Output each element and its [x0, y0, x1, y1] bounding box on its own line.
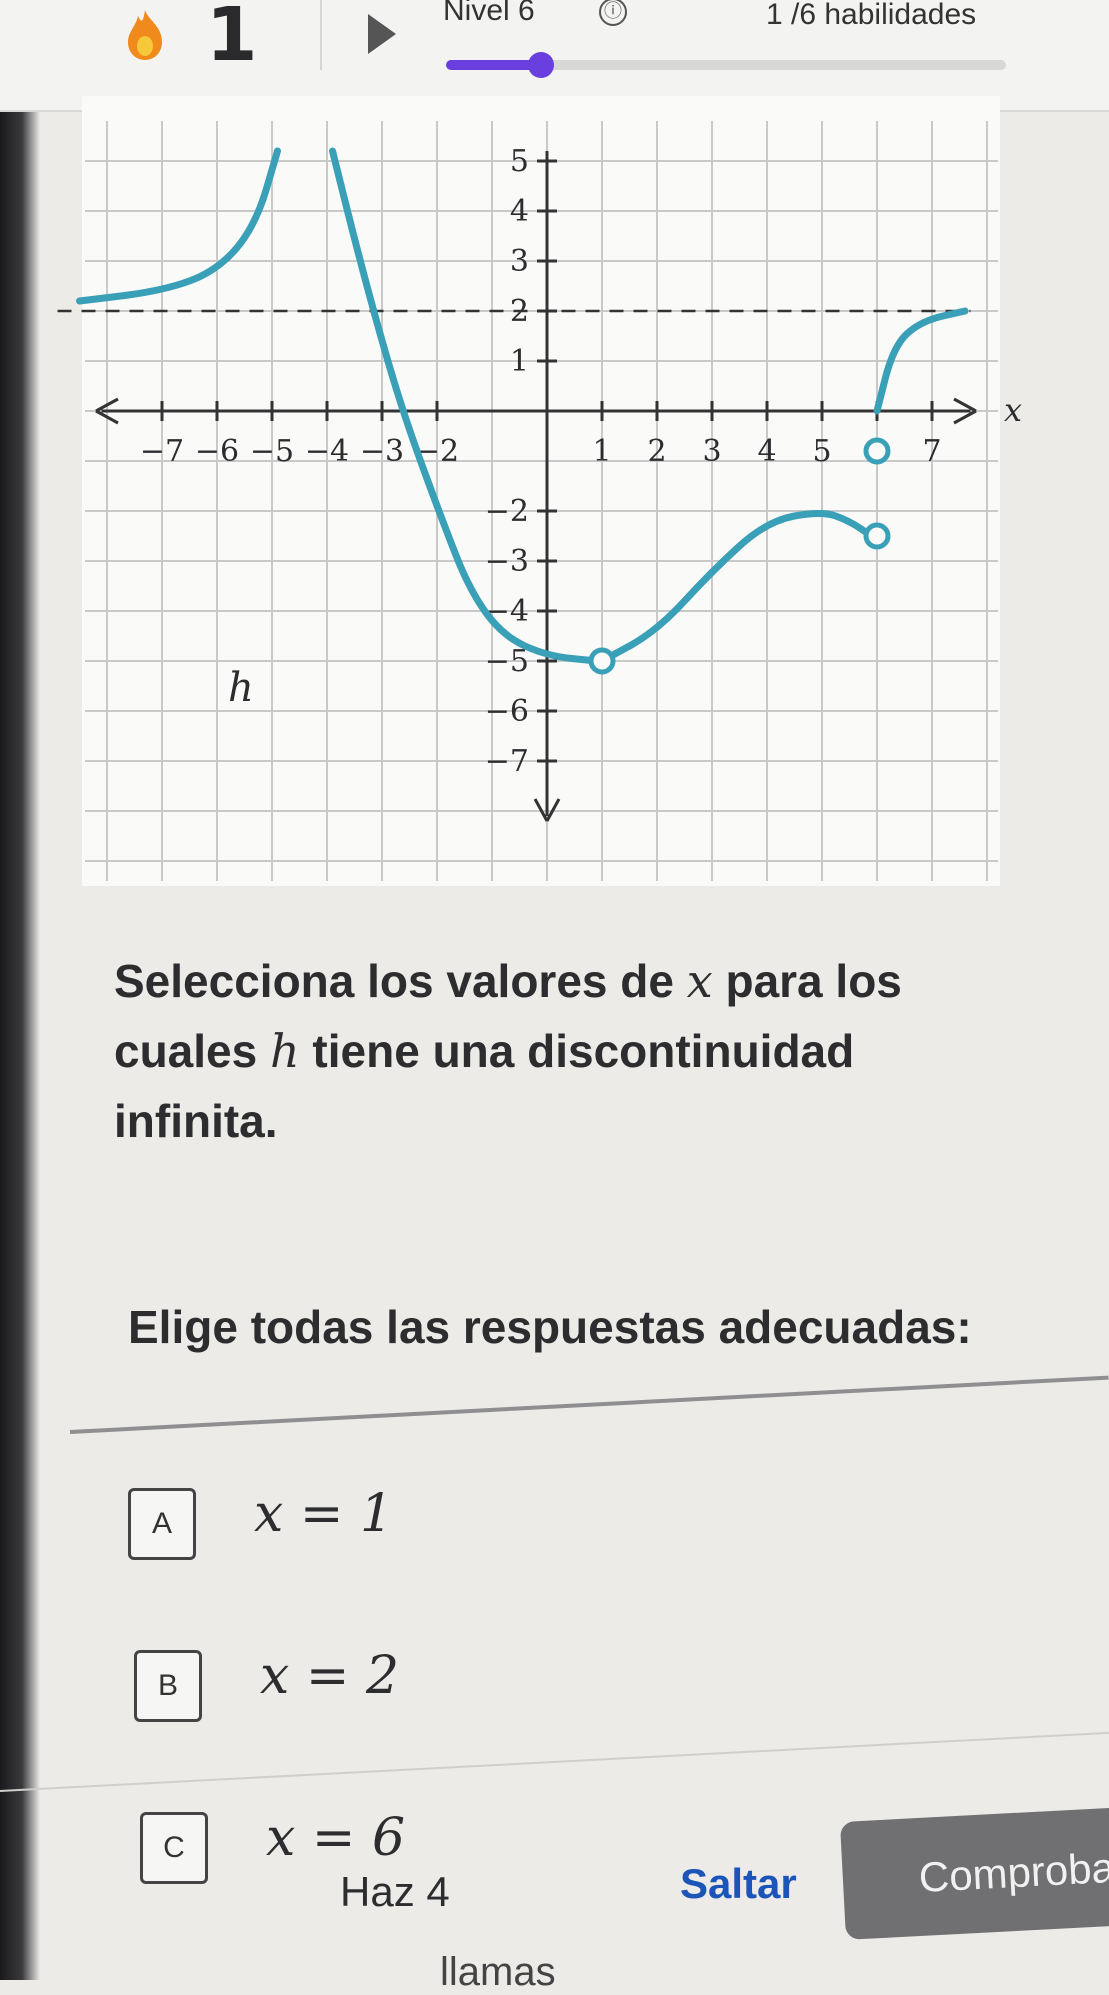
y-tick-label: −5	[485, 644, 529, 679]
option-c-label: x = 6	[266, 1808, 406, 1868]
y-tick-label: 4	[510, 194, 529, 229]
question-var-x: x	[686, 954, 713, 1008]
x-tick-label: −6	[195, 434, 239, 469]
skills-progress-label: 1 /6 habilidades	[766, 0, 977, 31]
open-point	[863, 522, 891, 550]
footer-divider	[0, 1731, 1109, 1792]
option-a-checkbox[interactable]: A	[128, 1488, 196, 1560]
x-tick-label: 5	[812, 434, 831, 469]
question-line3: infinita.	[114, 1095, 278, 1147]
check-button-label: Comprobar	[917, 1843, 1109, 1901]
instruction-divider	[69, 1375, 1109, 1434]
level-progress-marker	[527, 52, 554, 78]
option-a-label: x = 1	[254, 1484, 394, 1544]
question-line2-b: tiene una discontinuidad	[299, 1025, 855, 1077]
level-progress-bar	[446, 52, 1006, 78]
option-b-label: x = 2	[260, 1646, 400, 1706]
graph-paper	[82, 96, 1000, 886]
streak-count: 1	[206, 0, 258, 78]
y-tick-label: 3	[510, 244, 529, 279]
y-tick-label: −7	[485, 744, 529, 779]
option-c-checkbox[interactable]: C	[140, 1812, 208, 1884]
x-tick-label: 3	[702, 434, 721, 469]
y-tick-label: −3	[485, 544, 529, 579]
y-tick-label: 1	[510, 344, 529, 379]
x-tick-label: 7	[922, 434, 941, 469]
open-point	[863, 437, 891, 465]
x-tick-label: −3	[360, 434, 404, 469]
question-line2-a: cuales	[114, 1025, 270, 1077]
footer-cut-text: llamas	[440, 1950, 556, 1994]
check-button[interactable]: Comprobar	[839, 1806, 1109, 1940]
function-graph: −7−6−5−4−3−2123456754321−2−3−4−5−6−7xh	[57, 96, 1022, 886]
x-tick-label: 2	[647, 434, 666, 469]
y-tick-label: −2	[485, 494, 529, 529]
question-line1-b: para los	[712, 955, 902, 1007]
y-tick-label: 5	[510, 144, 529, 179]
open-point	[588, 647, 616, 675]
flame-icon	[128, 10, 162, 60]
option-b-checkbox[interactable]: B	[134, 1650, 202, 1722]
question-text: Selecciona los valores de x para los cua…	[114, 946, 974, 1156]
question-line1-a: Selecciona los valores de	[114, 955, 687, 1007]
question-var-h: h	[270, 1024, 300, 1078]
level-label: Nivel 6	[443, 0, 535, 27]
x-axis-label: x	[1004, 391, 1022, 429]
x-tick-label: 1	[592, 434, 611, 469]
header-divider	[320, 0, 322, 70]
skip-button[interactable]: Saltar	[680, 1860, 797, 1908]
instruction-text: Elige todas las respuestas adecuadas:	[128, 1301, 972, 1353]
level-progress-fill	[446, 60, 536, 70]
y-tick-label: −6	[485, 694, 529, 729]
function-label: h	[228, 665, 254, 711]
x-tick-label: −4	[305, 434, 349, 469]
info-icon[interactable]: ⓘ	[599, 0, 627, 26]
x-tick-label: −5	[250, 434, 294, 469]
streak-hint-text: Haz 4	[340, 1868, 450, 1915]
x-tick-label: −7	[140, 434, 184, 469]
x-tick-label: 4	[757, 434, 776, 469]
play-icon[interactable]	[368, 14, 396, 54]
